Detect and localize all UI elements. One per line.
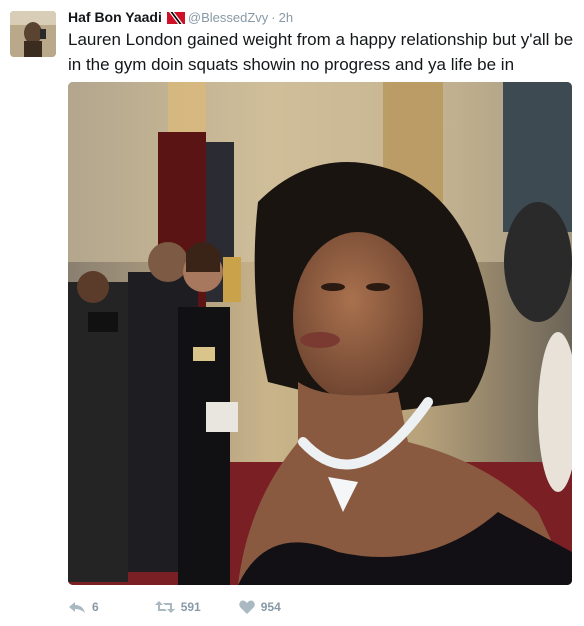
user-handle[interactable]: @BlessedZvy	[188, 10, 268, 25]
tweet-header: Haf Bon Yaadi @BlessedZvy · 2h	[68, 8, 293, 26]
timestamp[interactable]: 2h	[279, 10, 293, 25]
retweet-button[interactable]: 591	[154, 600, 201, 614]
tweet-photo[interactable]	[68, 82, 572, 585]
retweet-icon	[154, 601, 175, 613]
like-button[interactable]: 954	[238, 600, 281, 614]
display-name[interactable]: Haf Bon Yaadi	[68, 9, 162, 25]
trinidad-flag-icon	[166, 11, 185, 24]
tweet-actions: 6 591 954	[68, 596, 303, 618]
heart-icon	[238, 600, 255, 614]
photo-image	[68, 82, 572, 585]
like-count: 954	[260, 600, 281, 614]
separator-dot: ·	[271, 9, 276, 25]
avatar-image	[10, 11, 56, 57]
reply-button[interactable]: 6	[68, 600, 99, 614]
reply-count: 6	[92, 600, 99, 614]
tweet-card: Haf Bon Yaadi @BlessedZvy · 2h Lauren Lo…	[0, 0, 584, 626]
reply-icon	[69, 602, 85, 613]
retweet-count: 591	[180, 600, 201, 614]
user-avatar[interactable]	[10, 11, 56, 57]
